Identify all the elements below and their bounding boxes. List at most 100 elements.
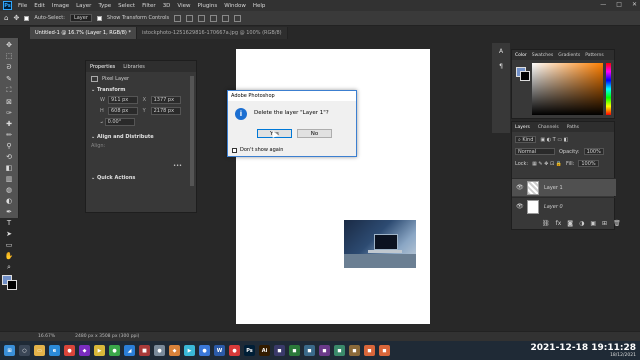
home-icon[interactable]: ⌂ — [4, 14, 8, 22]
blend-mode-dropdown[interactable]: Normal — [515, 148, 555, 155]
gradient-icon[interactable]: ▥ — [4, 175, 15, 183]
frame-icon[interactable]: ⊠ — [4, 98, 15, 106]
filter-icons[interactable]: ▣ ◐ T ▭ ◧ — [540, 137, 568, 143]
tab-paths[interactable]: Paths — [567, 125, 579, 130]
pen-icon[interactable]: ✒ — [4, 208, 15, 216]
menu-filter[interactable]: Filter — [142, 3, 156, 9]
tab-gradients[interactable]: Gradients — [558, 53, 580, 58]
width-field[interactable]: 911 px — [108, 96, 138, 104]
color-panel-background[interactable] — [520, 71, 530, 81]
no-button[interactable]: No — [297, 129, 332, 138]
path-select-icon[interactable]: ➤ — [4, 230, 15, 238]
link-icon[interactable]: ⛓ — [542, 220, 550, 227]
menu-3d[interactable]: 3D — [163, 3, 171, 9]
healing-icon[interactable]: ✚ — [4, 120, 15, 128]
blur-icon[interactable]: ◍ — [4, 186, 15, 194]
opacity-field[interactable]: 100% — [583, 148, 604, 155]
app-icon-8[interactable]: ● — [199, 345, 210, 356]
zoom-icon[interactable]: ⌕ — [4, 263, 15, 272]
angle-field[interactable]: 0.00° — [104, 118, 135, 126]
align-left-icon[interactable] — [174, 14, 182, 22]
eyedropper-icon[interactable]: ✑ — [4, 109, 15, 117]
transform-section-title[interactable]: ⌄ Transform — [86, 87, 196, 93]
quick-select-icon[interactable]: ✎ — [4, 75, 15, 83]
align-bottom-icon[interactable] — [234, 14, 242, 22]
visibility-eye-icon[interactable]: 👁 — [516, 184, 524, 191]
tab-layers[interactable]: Layers — [515, 125, 530, 130]
tab-istockphoto[interactable]: istockphoto-1251629816-170667a.jpg @ 100… — [136, 27, 288, 39]
mask-icon[interactable]: ◙ — [567, 220, 573, 227]
stamp-icon[interactable]: ⚲ — [4, 142, 15, 150]
vscode-icon[interactable]: ◢ — [124, 345, 135, 356]
app-icon-9[interactable]: W — [214, 345, 225, 356]
hue-slider[interactable] — [606, 63, 611, 115]
type-icon[interactable]: T — [4, 219, 15, 227]
app-icon-18[interactable]: ◼ — [379, 345, 390, 356]
chrome-icon[interactable]: ● — [64, 345, 75, 356]
character-icon[interactable]: A — [497, 48, 506, 57]
brush-icon[interactable]: ✏ — [4, 131, 15, 139]
align-top-icon[interactable] — [210, 14, 218, 22]
app-icon-7[interactable]: ▶ — [184, 345, 195, 356]
app-icon-10[interactable]: ● — [229, 345, 240, 356]
app-icon-2[interactable]: ▶ — [94, 345, 105, 356]
group-icon[interactable]: ▣ — [590, 220, 596, 227]
move-icon[interactable]: ✥ — [4, 41, 15, 49]
fx-icon[interactable]: fx — [556, 220, 562, 227]
tab-color[interactable]: Color — [515, 53, 527, 58]
adjustment-icon[interactable]: ◑ — [579, 220, 584, 227]
tab-properties[interactable]: Properties — [90, 64, 115, 70]
edge-icon[interactable]: e — [49, 345, 60, 356]
shape-icon[interactable]: ▭ — [4, 241, 15, 249]
auto-select-checkbox[interactable] — [24, 15, 30, 21]
tab-patterns[interactable]: Patterns — [585, 53, 604, 58]
app-icon-4[interactable]: ■ — [139, 345, 150, 356]
eraser-icon[interactable]: ◧ — [4, 164, 15, 172]
app-icon-12[interactable]: ◼ — [289, 345, 300, 356]
app-icon-3[interactable]: ● — [109, 345, 120, 356]
app-icon-1[interactable]: ◆ — [79, 345, 90, 356]
hand-icon[interactable]: ✋ — [4, 252, 15, 260]
layer-row-layer-0[interactable]: 👁 Layer 0 — [512, 197, 616, 215]
tab-swatches[interactable]: Swatches — [532, 53, 554, 58]
show-transform-checkbox[interactable] — [96, 15, 102, 21]
align-right-icon[interactable] — [198, 14, 206, 22]
app-icon-17[interactable]: ◼ — [364, 345, 375, 356]
align-section-title[interactable]: ⌄ Align and Distribute — [86, 134, 196, 140]
windows-icon[interactable]: ⊞ — [4, 345, 15, 356]
illustrator-icon[interactable]: Ai — [259, 345, 270, 356]
dont-show-again-checkbox[interactable] — [232, 147, 237, 153]
app-icon-5[interactable]: ● — [154, 345, 165, 356]
kind-filter-dropdown[interactable]: ⌕ Kind — [515, 136, 537, 143]
x-field[interactable]: 1377 px — [150, 96, 181, 104]
y-field[interactable]: 2178 px — [150, 107, 181, 115]
minimize-icon[interactable]: — — [600, 1, 606, 8]
more-options-icon[interactable]: ••• — [86, 163, 196, 169]
menu-window[interactable]: Window — [224, 3, 246, 9]
fill-field[interactable]: 100% — [578, 160, 599, 167]
history-brush-icon[interactable]: ⟲ — [4, 153, 15, 161]
app-icon-14[interactable]: ◼ — [319, 345, 330, 356]
tab-untitled-1[interactable]: Untitled-1 @ 16.7% (Layer 1, RGB/8) * — [30, 27, 137, 39]
tab-libraries[interactable]: Libraries — [123, 64, 145, 70]
trash-icon[interactable]: 🗑 — [613, 220, 621, 227]
lasso-icon[interactable]: ᘐ — [4, 63, 15, 72]
menu-type[interactable]: Type — [98, 3, 111, 9]
marquee-icon[interactable]: ⬚ — [4, 52, 15, 60]
properties-scrollbar[interactable] — [190, 76, 194, 186]
file-explorer-icon[interactable]: ▭ — [34, 345, 45, 356]
visibility-eye-icon[interactable]: 👁 — [516, 203, 524, 210]
lock-icons[interactable]: ▦ ✎ ✥ ⊡ 🔒 — [532, 161, 562, 167]
search-icon[interactable]: ○ — [19, 345, 30, 356]
menu-view[interactable]: View — [177, 3, 190, 9]
paragraph-icon[interactable]: ¶ — [497, 63, 506, 72]
app-icon-16[interactable]: ◼ — [349, 345, 360, 356]
maximize-icon[interactable]: □ — [616, 1, 622, 8]
app-icon-15[interactable]: ◼ — [334, 345, 345, 356]
menu-help[interactable]: Help — [253, 3, 266, 9]
menu-edit[interactable]: Edit — [34, 3, 45, 9]
app-icon-11[interactable]: ◼ — [274, 345, 285, 356]
layer-row-layer-1[interactable]: 👁 Layer 1 — [512, 178, 616, 196]
tab-channels[interactable]: Channels — [538, 125, 559, 130]
quick-actions-section-title[interactable]: ⌄ Quick Actions — [86, 175, 196, 181]
